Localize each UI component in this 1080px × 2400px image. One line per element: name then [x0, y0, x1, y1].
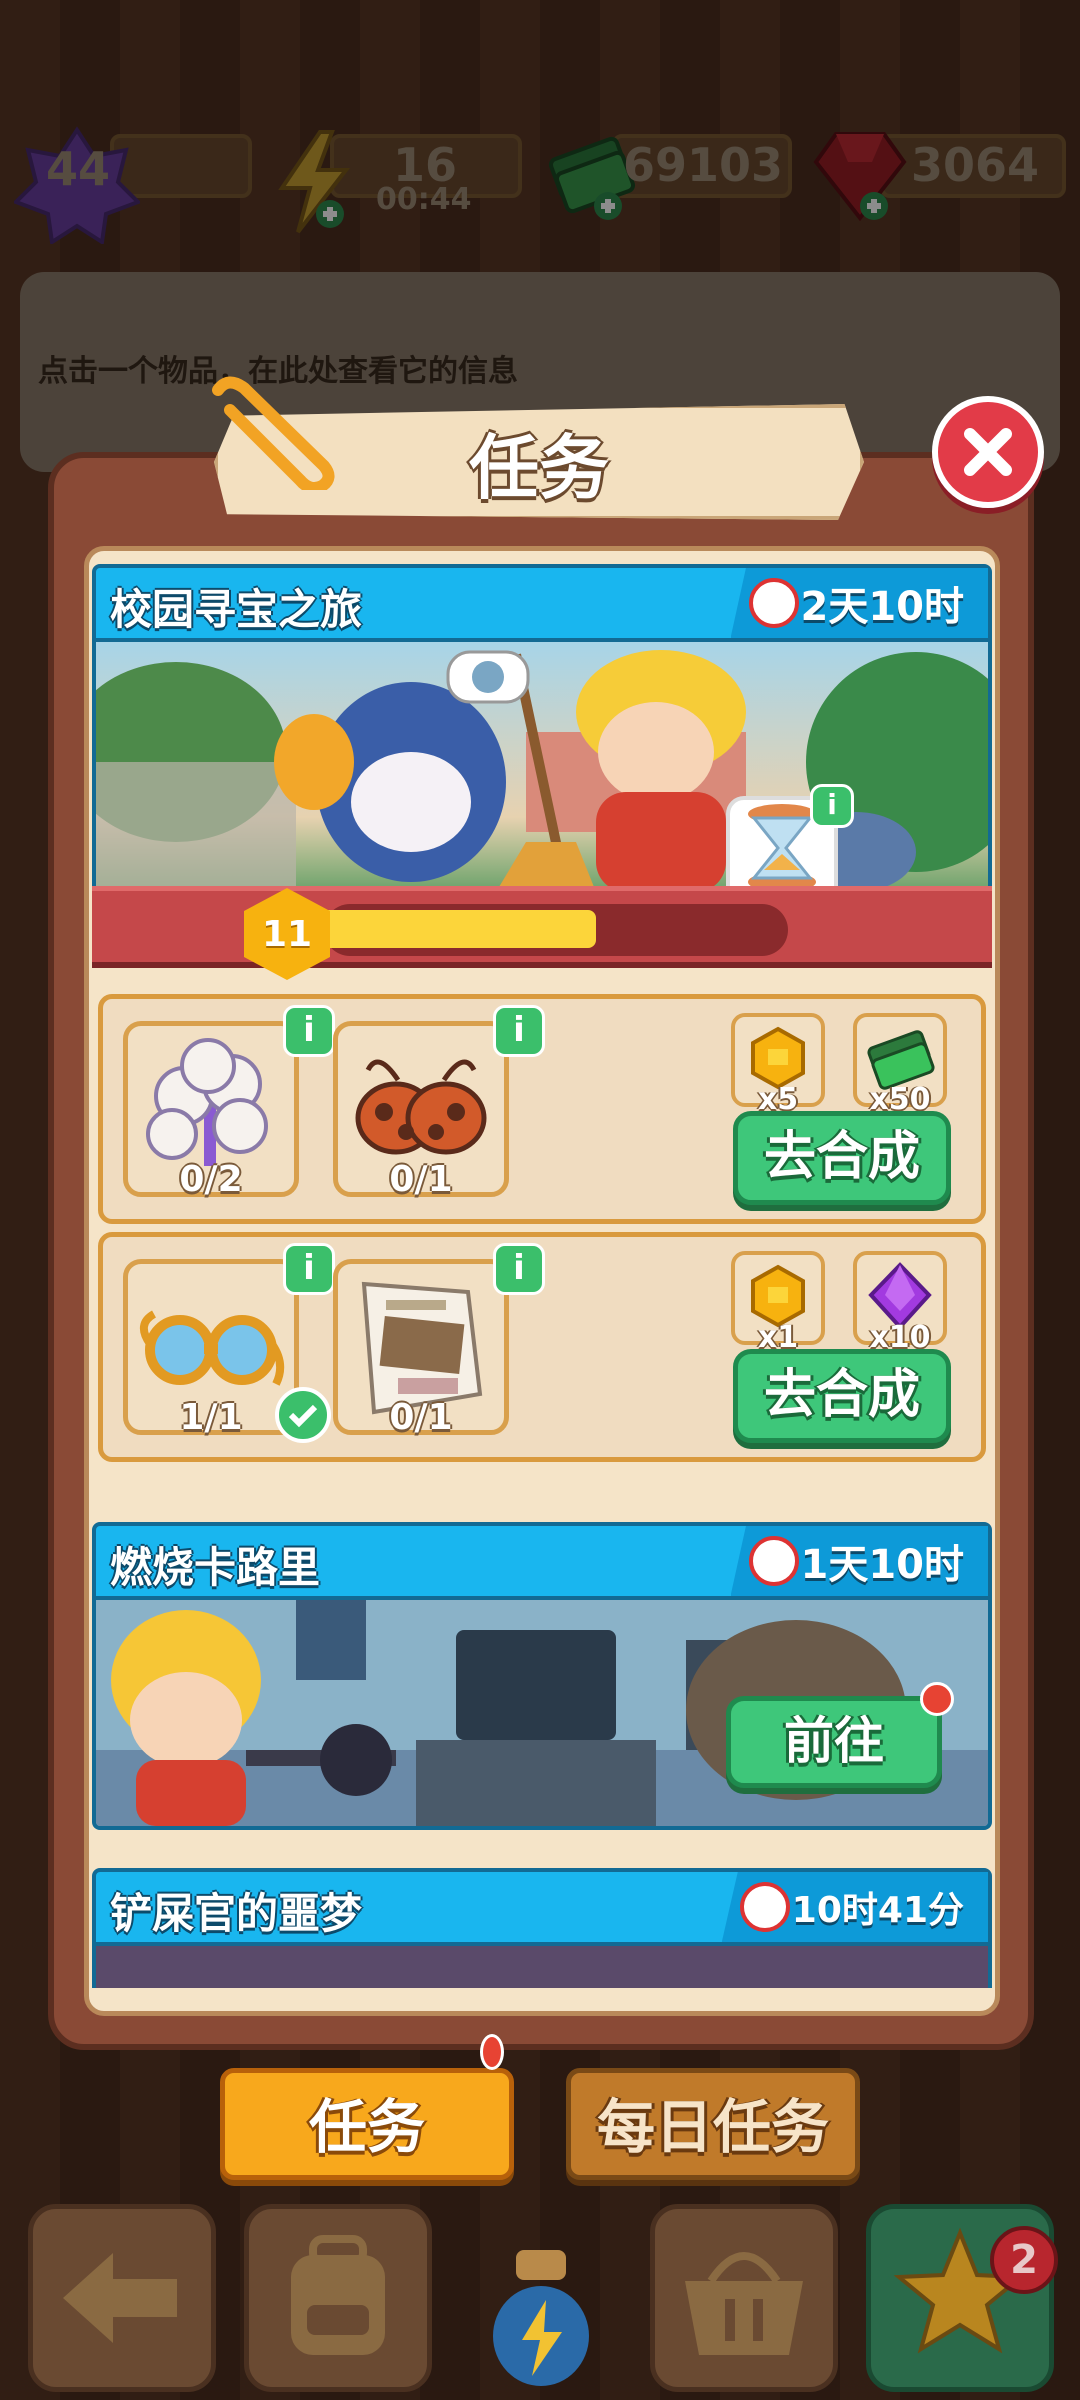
- tab-tasks[interactable]: 任务: [220, 2068, 514, 2180]
- task-title: 铲屎官的噩梦: [110, 1889, 363, 1938]
- task-timer: 2天10时: [730, 568, 988, 638]
- school-scene-illustration: [96, 650, 988, 892]
- reward-slot: x5: [731, 1013, 825, 1117]
- required-item[interactable]: 0/1: [333, 1021, 509, 1200]
- required-item[interactable]: 1/1: [123, 1259, 299, 1438]
- reward-slot: x50: [853, 1013, 947, 1117]
- nav-back-button[interactable]: [28, 2204, 216, 2392]
- task-card-header: 校园寻宝之旅 2天10时: [92, 564, 992, 642]
- task-level-number: 11: [261, 913, 313, 955]
- requirement-group: 0/2 i 0/1 i x5 x50 去合成: [98, 994, 986, 1224]
- task-title: 校园寻宝之旅: [110, 585, 363, 634]
- task-card-header: 燃烧卡路里 1天10时: [92, 1522, 992, 1600]
- item-info-icon[interactable]: i: [493, 1243, 545, 1295]
- paperclip-icon: [212, 376, 335, 490]
- notification-dot: [480, 2034, 504, 2070]
- booster-info-icon[interactable]: i: [810, 784, 854, 828]
- task-card-header: 铲屎官的噩梦 10时41分: [92, 1868, 992, 1946]
- check-icon: [275, 1387, 331, 1443]
- item-count: 0/1: [389, 1397, 453, 1438]
- item-count: 1/1: [179, 1397, 243, 1438]
- required-item[interactable]: 0/2: [123, 1021, 299, 1200]
- item-info-icon[interactable]: i: [283, 1243, 335, 1295]
- merge-button[interactable]: 去合成: [733, 1111, 951, 1205]
- notification-badge: 2: [990, 2226, 1058, 2294]
- close-icon: [964, 428, 1012, 476]
- back-arrow-icon: [63, 2253, 177, 2343]
- task-list[interactable]: 校园寻宝之旅 2天10时 i 11 0/2 i 0/1 i x5 x50 去合成…: [92, 558, 992, 1988]
- item-count: 0/1: [389, 1159, 453, 1200]
- task-progress-fill: [318, 910, 596, 948]
- basket-icon: [685, 2252, 803, 2355]
- item-count: 0/2: [179, 1159, 243, 1200]
- clock-icon: [739, 1882, 790, 1932]
- close-button[interactable]: [932, 396, 1044, 508]
- tab-daily-tasks[interactable]: 每日任务: [566, 2068, 860, 2180]
- backpack-icon: [291, 2235, 385, 2355]
- task-timer: 10时41分: [721, 1872, 988, 1942]
- item-info-icon[interactable]: i: [283, 1005, 335, 1057]
- task-banner-image: [92, 642, 992, 892]
- task-timer-text: 1天10时: [800, 1542, 965, 1588]
- reward-slot: x1: [731, 1251, 825, 1355]
- task-title: 燃烧卡路里: [110, 1543, 321, 1592]
- task-timer-text: 10时41分: [791, 1890, 964, 1931]
- required-item[interactable]: 0/1: [333, 1259, 509, 1438]
- item-info-icon[interactable]: i: [493, 1005, 545, 1057]
- clock-icon: [748, 1536, 799, 1586]
- merge-button[interactable]: 去合成: [733, 1349, 951, 1443]
- task-timer: 1天10时: [730, 1526, 988, 1596]
- clock-icon: [748, 578, 799, 628]
- reward-slot: x10: [853, 1251, 947, 1355]
- task-banner-image: [92, 1946, 992, 1988]
- energy-bottle-icon[interactable]: [476, 2240, 606, 2390]
- nav-backpack-button[interactable]: [244, 2204, 432, 2392]
- requirement-group: 1/1 i 0/1 i x1 x10 去合成: [98, 1232, 986, 1462]
- go-button[interactable]: 前往: [726, 1696, 942, 1788]
- nav-shop-button[interactable]: [650, 2204, 838, 2392]
- notification-dot: [920, 1682, 954, 1716]
- task-timer-text: 2天10时: [800, 584, 965, 630]
